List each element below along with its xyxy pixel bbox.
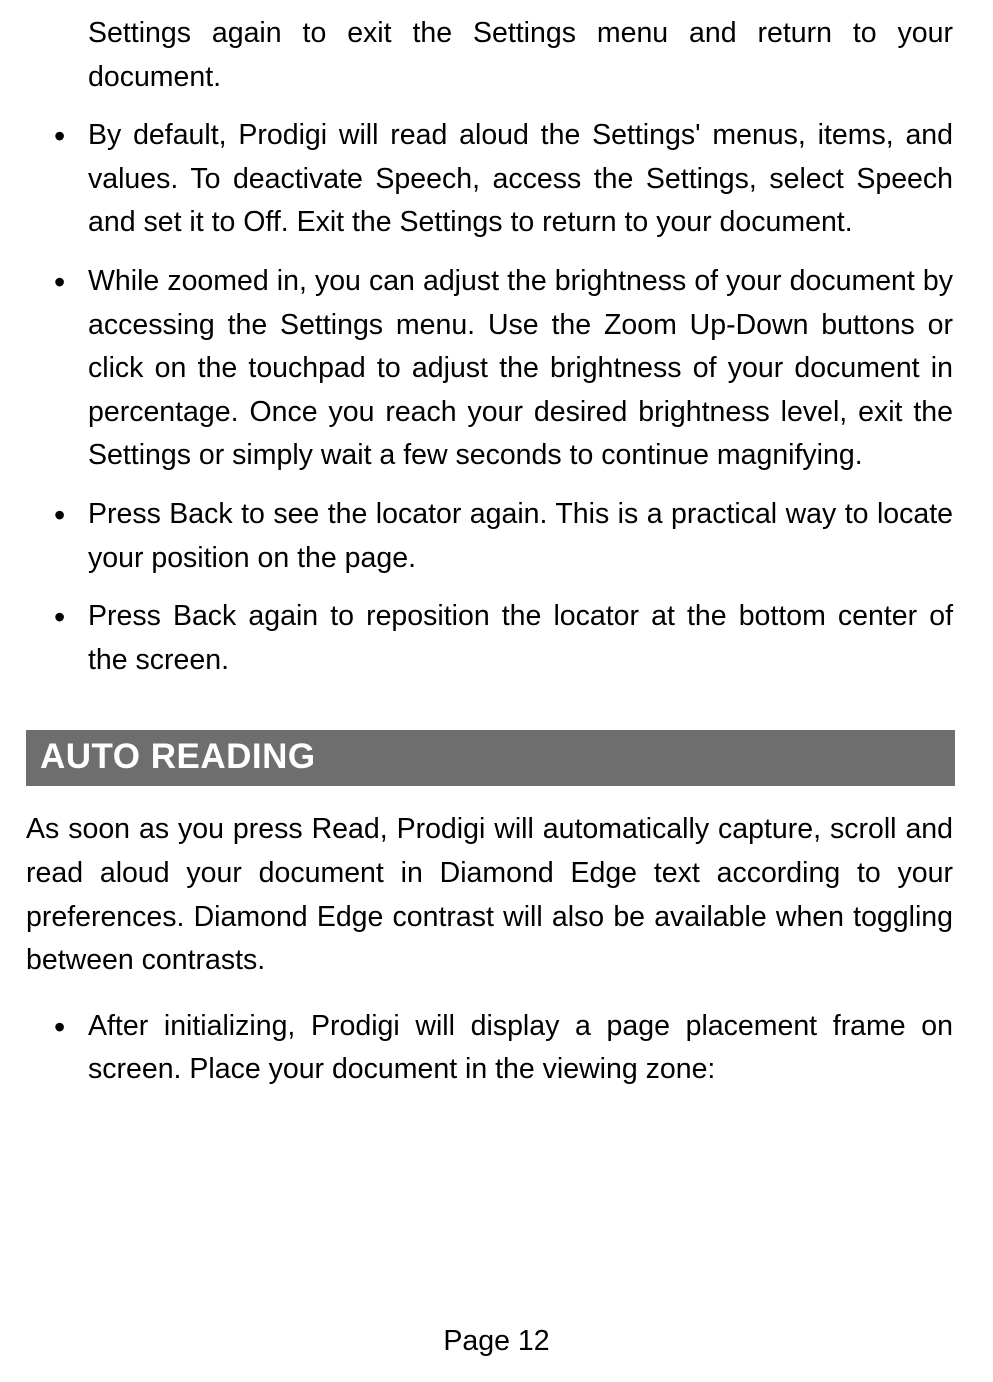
list-item: By default, Prodigi will read aloud the … bbox=[40, 114, 953, 245]
list-item: Press Back again to reposition the locat… bbox=[40, 595, 953, 682]
list-item: While zoomed in, you can adjust the brig… bbox=[40, 260, 953, 478]
page-content: Settings again to exit the Settings menu… bbox=[40, 0, 953, 1092]
section-paragraph: As soon as you press Read, Prodigi will … bbox=[26, 808, 953, 982]
list-item: Press Back to see the locator again. Thi… bbox=[40, 493, 953, 580]
page-number: Page 12 bbox=[0, 1325, 993, 1358]
section-bullet-list: After initializing, Prodigi will display… bbox=[40, 1005, 953, 1092]
continuation-text: Settings again to exit the Settings menu… bbox=[40, 12, 953, 99]
section-heading: AUTO READING bbox=[26, 730, 955, 786]
top-bullet-list: By default, Prodigi will read aloud the … bbox=[40, 114, 953, 682]
list-item: After initializing, Prodigi will display… bbox=[40, 1005, 953, 1092]
